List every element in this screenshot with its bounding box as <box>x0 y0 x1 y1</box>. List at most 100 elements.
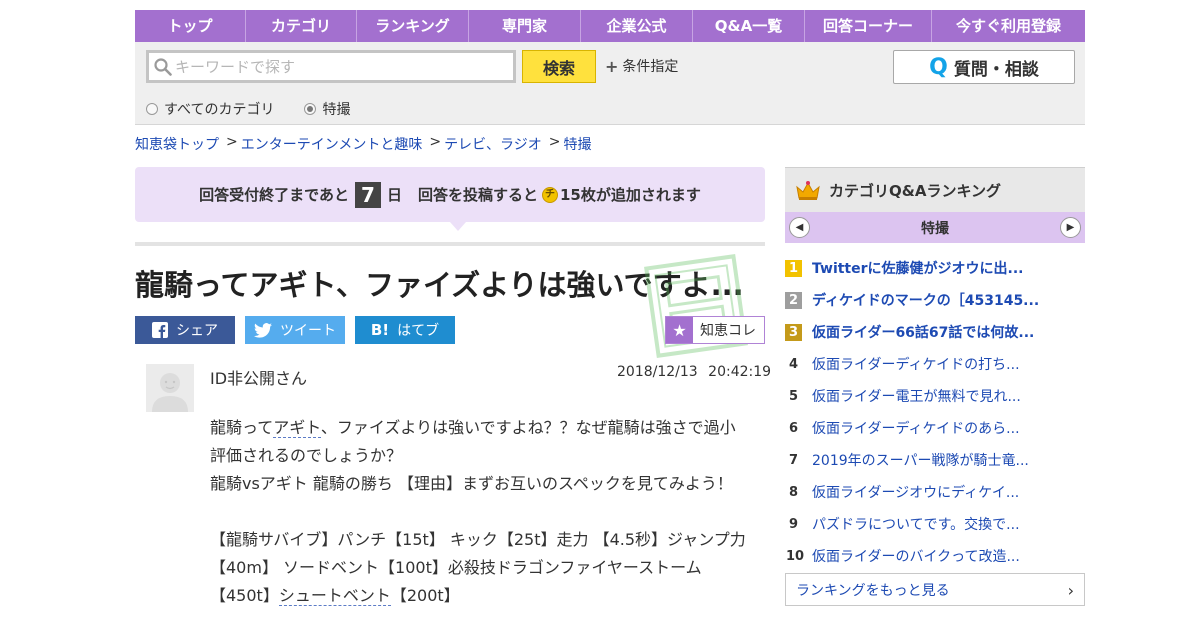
category-scope-radios: すべてのカテゴリ 特撮 <box>146 99 350 119</box>
deadline-banner: 回答受付終了まであと 7 日 回答を投稿すると チ 15枚が追加されます <box>135 167 765 222</box>
banner-prefix: 回答受付終了まであと <box>199 186 349 204</box>
ranking-link[interactable]: 仮面ライダー電王が無料で見れ... <box>812 386 1021 406</box>
question-body: 龍騎ってアギト、ファイズよりは強いですよね？？なぜ龍騎は強さで過小評価されるので… <box>210 414 750 610</box>
radio-all-categories[interactable]: すべてのカテゴリ <box>146 99 274 119</box>
rank-number: 10 <box>785 548 805 564</box>
ranking-link[interactable]: ディケイドのマークの［453145... <box>812 290 1039 310</box>
ranking-more-link[interactable]: ランキングをもっと見る › <box>785 573 1085 606</box>
breadcrumb-separator: > <box>429 134 442 150</box>
author-name: ID非公開さん <box>210 369 308 388</box>
ranking-link[interactable]: パズドラについてです。交換で... <box>812 514 1020 534</box>
body-paragraph: 龍騎vsアギト 龍騎の勝ち 【理由】まずお互いのスペックを見てみよう！ <box>210 474 733 493</box>
ranking-header: カテゴリQ&Aランキング <box>785 167 1085 212</box>
chie-collection-label: 知恵コレ <box>700 323 756 339</box>
chie-coin-icon: チ <box>542 186 558 203</box>
ranking-item[interactable]: 8 仮面ライダージオウにディケイ... <box>785 476 1085 508</box>
rank-number: 7 <box>788 452 799 468</box>
star-icon: ★ <box>666 317 693 343</box>
share-twitter-label: ツイート <box>280 323 336 339</box>
ranking-list: 1 Twitterに佐藤健がジオウに出... 2 ディケイドのマークの［453145… <box>785 252 1085 572</box>
rank-number: 5 <box>788 388 799 404</box>
radio-label: すべてのカテゴリ <box>164 102 275 118</box>
section-divider <box>135 242 765 246</box>
radio-tokusatsu[interactable]: 特撮 <box>304 99 350 119</box>
nav-top[interactable]: トップ <box>135 10 246 42</box>
ranking-item[interactable]: 9 パズドラについてです。交換で... <box>785 508 1085 540</box>
nav-official[interactable]: 企業公式 <box>581 10 693 42</box>
ranking-link[interactable]: 仮面ライダー66話67話では何故... <box>812 322 1034 342</box>
nav-ranking[interactable]: ランキング <box>357 10 469 42</box>
ranking-link[interactable]: 仮面ライダーのバイクって改造... <box>812 546 1020 566</box>
nav-qa-list[interactable]: Q&A一覧 <box>693 10 805 42</box>
crown-icon <box>796 181 820 200</box>
nav-experts[interactable]: 専門家 <box>469 10 581 42</box>
search-box <box>146 50 516 83</box>
ranking-item[interactable]: 5 仮面ライダー電王が無料で見れ... <box>785 380 1085 412</box>
ranking-title: カテゴリQ&Aランキング <box>829 181 1001 200</box>
breadcrumb-separator: > <box>548 134 561 150</box>
days-unit: 日 <box>386 186 402 204</box>
breadcrumb-tv-radio[interactable]: テレビ、ラジオ <box>444 134 542 154</box>
banner-middle: 回答を投稿すると <box>417 186 538 204</box>
rank-number: 8 <box>788 484 799 500</box>
share-facebook-button[interactable]: シェア <box>135 316 235 344</box>
post-date: 2018/12/13 <box>617 364 698 380</box>
body-text: 龍騎って <box>210 418 274 437</box>
breadcrumb-top[interactable]: 知恵袋トップ <box>135 134 219 154</box>
plus-icon: + <box>605 56 619 76</box>
ranking-link[interactable]: 仮面ライダージオウにディケイ... <box>812 482 1019 502</box>
search-button[interactable]: 検索 <box>522 50 596 83</box>
ranking-link[interactable]: 仮面ライダーディケイドの打ち... <box>812 354 1020 374</box>
breadcrumb-separator: > <box>226 134 238 150</box>
ranking-item[interactable]: 4 仮面ライダーディケイドの打ち... <box>785 348 1085 380</box>
share-hatena-button[interactable]: B! はてブ <box>355 316 455 344</box>
rank-number: 6 <box>788 420 799 436</box>
rank-number: 9 <box>788 516 799 532</box>
ranking-category: 特撮 <box>921 220 949 237</box>
breadcrumb-entertainment[interactable]: エンターテインメントと趣味 <box>241 134 423 154</box>
search-band: 検索 + 条件指定 Q 質問・相談 すべてのカテゴリ 特撮 <box>135 42 1085 125</box>
ask-question-button[interactable]: Q 質問・相談 <box>893 50 1075 84</box>
global-nav: トップ カテゴリ ランキング 専門家 企業公式 Q&A一覧 回答コーナー 今すぐ… <box>135 10 1085 42</box>
condition-toggle[interactable]: + 条件指定 <box>605 56 678 76</box>
breadcrumb-tokusatsu[interactable]: 特撮 <box>564 134 592 154</box>
nav-answer-corner[interactable]: 回答コーナー <box>805 10 932 42</box>
condition-label: 条件指定 <box>622 59 679 75</box>
ranking-link[interactable]: Twitterに佐藤健がジオウに出... <box>812 258 1023 278</box>
nav-register[interactable]: 今すぐ利用登録 <box>932 10 1085 42</box>
chie-collection-button[interactable]: ★ 知恵コレ <box>665 316 765 344</box>
breadcrumb: 知恵袋トップ > エンターテインメントと趣味 > テレビ、ラジオ > 特撮 <box>135 134 592 154</box>
rank-number: 4 <box>788 356 799 372</box>
ranking-item[interactable]: 2 ディケイドのマークの［453145... <box>785 284 1085 316</box>
ask-button-label: 質問・相談 <box>953 59 1039 80</box>
ranking-next-button[interactable]: ▶ <box>1060 217 1081 238</box>
twitter-icon <box>254 322 272 338</box>
search-input[interactable] <box>175 53 505 80</box>
keyword-link-shoot-vent[interactable]: シュートベント <box>278 586 391 606</box>
ranking-item[interactable]: 6 仮面ライダーディケイドのあら... <box>785 412 1085 444</box>
banner-tail <box>450 222 466 231</box>
ranking-item[interactable]: 10 仮面ライダーのバイクって改造... <box>785 540 1085 572</box>
share-facebook-label: シェア <box>176 323 218 339</box>
post-time: 20:42:19 <box>708 364 772 380</box>
share-twitter-button[interactable]: ツイート <box>245 316 345 344</box>
facebook-icon <box>152 322 168 338</box>
ranking-item[interactable]: 7 2019年のスーパー戦隊が騎士竜... <box>785 444 1085 476</box>
nav-category[interactable]: カテゴリ <box>246 10 357 42</box>
rank-number: 3 <box>785 323 802 341</box>
ranking-item[interactable]: 1 Twitterに佐藤健がジオウに出... <box>785 252 1085 284</box>
ranking-item[interactable]: 3 仮面ライダー66話67話では何故... <box>785 316 1085 348</box>
radio-label: 特撮 <box>322 102 351 118</box>
rank-number: 2 <box>785 291 802 309</box>
radio-indicator-selected <box>304 103 317 115</box>
ranking-link[interactable]: 2019年のスーパー戦隊が騎士竜... <box>812 450 1029 470</box>
ranking-prev-button[interactable]: ◀ <box>789 217 810 238</box>
keyword-link-agito[interactable]: アギト <box>273 418 321 438</box>
chevron-right-icon: › <box>1067 581 1074 600</box>
ranking-link[interactable]: 仮面ライダーディケイドのあら... <box>812 418 1020 438</box>
radio-indicator <box>146 103 158 115</box>
ranking-more-label: ランキングをもっと見る <box>796 582 950 599</box>
share-hatena-label: はてブ <box>397 323 440 339</box>
search-icon <box>154 58 172 76</box>
body-spacer <box>210 498 750 526</box>
